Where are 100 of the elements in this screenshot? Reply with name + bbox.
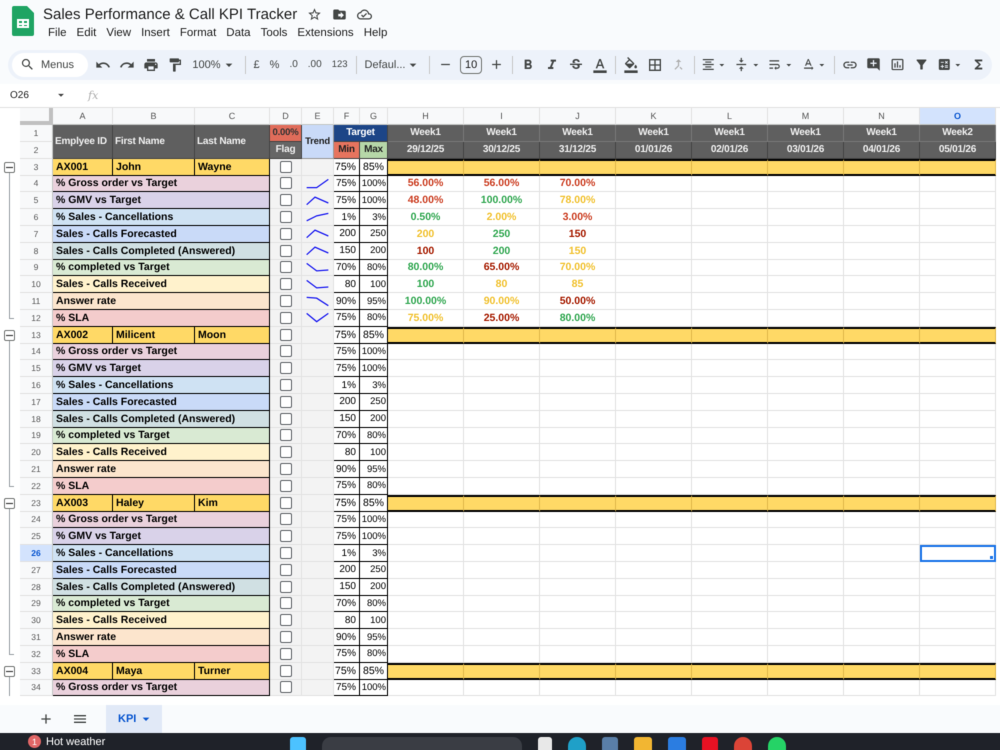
number-format[interactable]: 123 [330,54,350,76]
checkbox[interactable] [280,194,292,206]
checkbox[interactable] [280,463,292,476]
checkbox[interactable] [280,244,292,257]
row-number[interactable]: 15 [20,360,53,378]
row-number[interactable]: 29 [20,596,53,612]
column-header[interactable]: L [692,108,768,125]
checkbox[interactable] [280,328,292,341]
column-header[interactable]: I [464,108,540,125]
row-number[interactable]: 25 [20,528,53,546]
checkbox[interactable] [280,261,292,274]
row-number[interactable]: 9 [20,260,53,276]
checkbox[interactable] [280,211,292,224]
folder-icon[interactable] [332,7,348,22]
row-number[interactable]: 24 [20,512,53,528]
checkbox[interactable] [280,681,292,694]
menu-search-field[interactable]: Menus [12,52,88,77]
row-number[interactable]: 32 [20,646,53,663]
row-number[interactable]: 34 [20,680,53,696]
checkbox[interactable] [280,278,292,290]
name-box[interactable]: O26 [0,88,70,102]
zoom-dropdown[interactable]: 100% [190,54,239,76]
checkbox[interactable] [280,160,292,173]
row-number[interactable]: 16 [20,377,53,394]
column-header[interactable]: O [920,108,996,125]
checkbox[interactable] [280,345,292,358]
checkbox[interactable] [280,312,292,324]
row-number[interactable]: 8 [20,242,53,260]
start-icon[interactable] [290,737,306,750]
column-header[interactable]: H [388,108,464,125]
collapse-icon[interactable] [4,498,15,509]
sheet-tab[interactable]: KPI [106,705,162,734]
row-number[interactable]: 18 [20,410,53,428]
checkbox[interactable] [280,631,292,643]
row-number[interactable]: 10 [20,276,53,294]
collapse-icon[interactable] [4,330,15,341]
row-number[interactable]: 7 [20,226,53,243]
row-number[interactable]: 13 [20,326,53,344]
menu-item[interactable]: Data [221,26,256,40]
checkbox[interactable] [280,295,292,308]
row-number[interactable]: 23 [20,494,53,512]
row-number[interactable]: 12 [20,310,53,327]
row-number[interactable]: 3 [20,158,53,176]
row-number[interactable]: 28 [20,578,53,596]
currency-format[interactable]: £ [252,54,262,76]
checkbox[interactable] [280,614,292,626]
row-number[interactable]: 2 [20,142,53,159]
checkbox[interactable] [280,530,292,542]
checkbox[interactable] [280,496,292,509]
row-number[interactable]: 5 [20,192,53,210]
checkbox[interactable] [280,362,292,374]
row-number[interactable]: 17 [20,394,53,411]
checkbox[interactable] [280,446,292,458]
checkbox[interactable] [280,597,292,610]
column-header[interactable]: A [53,108,113,125]
row-number[interactable]: 33 [20,662,53,680]
column-header[interactable]: N [844,108,920,125]
collapse-icon[interactable] [4,162,15,173]
column-header[interactable]: F [334,108,360,125]
checkbox[interactable] [280,648,292,660]
star-icon[interactable] [307,7,322,22]
row-number[interactable]: 1 [20,124,53,142]
column-header[interactable]: K [616,108,692,125]
checkbox[interactable] [280,429,292,442]
sheets-logo-icon[interactable] [12,6,34,36]
collapse-icon[interactable] [4,666,15,677]
cloud-icon[interactable] [357,7,372,22]
percent-format[interactable]: % [268,54,282,76]
selected-cell[interactable] [920,545,996,562]
menu-item[interactable]: Edit [72,26,102,40]
checkbox[interactable] [280,480,292,492]
decrease-decimal[interactable]: .0 [287,54,300,76]
row-number[interactable]: 19 [20,428,53,444]
select-all-corner[interactable] [20,108,53,125]
checkbox[interactable] [280,547,292,560]
menu-item[interactable]: Tools [256,26,292,40]
row-number[interactable]: 31 [20,629,53,646]
document-title[interactable]: Sales Performance & Call KPI Tracker [43,6,298,23]
weather-widget[interactable]: 1 Hot weather [0,733,106,750]
row-number[interactable]: 30 [20,612,53,630]
font-dropdown[interactable]: Defaul... [362,54,424,76]
menu-item[interactable]: Format [174,26,222,40]
taskbar-app-icon[interactable] [538,737,552,750]
column-header[interactable]: G [360,108,388,125]
taskbar-app-icon[interactable] [568,737,586,750]
column-header[interactable]: C [195,108,270,125]
font-size-field[interactable]: 10 [460,56,482,74]
checkbox[interactable] [280,412,292,425]
row-number[interactable]: 20 [20,444,53,462]
checkbox[interactable] [280,580,292,593]
taskbar-app-icon[interactable] [634,737,652,750]
row-number[interactable]: 6 [20,209,53,226]
row-number[interactable]: 26 [20,545,53,562]
checkbox[interactable] [280,564,292,576]
menu-item[interactable]: Extensions [292,26,359,40]
row-number[interactable]: 27 [20,562,53,579]
checkbox[interactable] [280,664,292,677]
column-header[interactable]: J [540,108,616,125]
row-number[interactable]: 22 [20,478,53,495]
taskbar-search-field[interactable] [322,737,522,750]
